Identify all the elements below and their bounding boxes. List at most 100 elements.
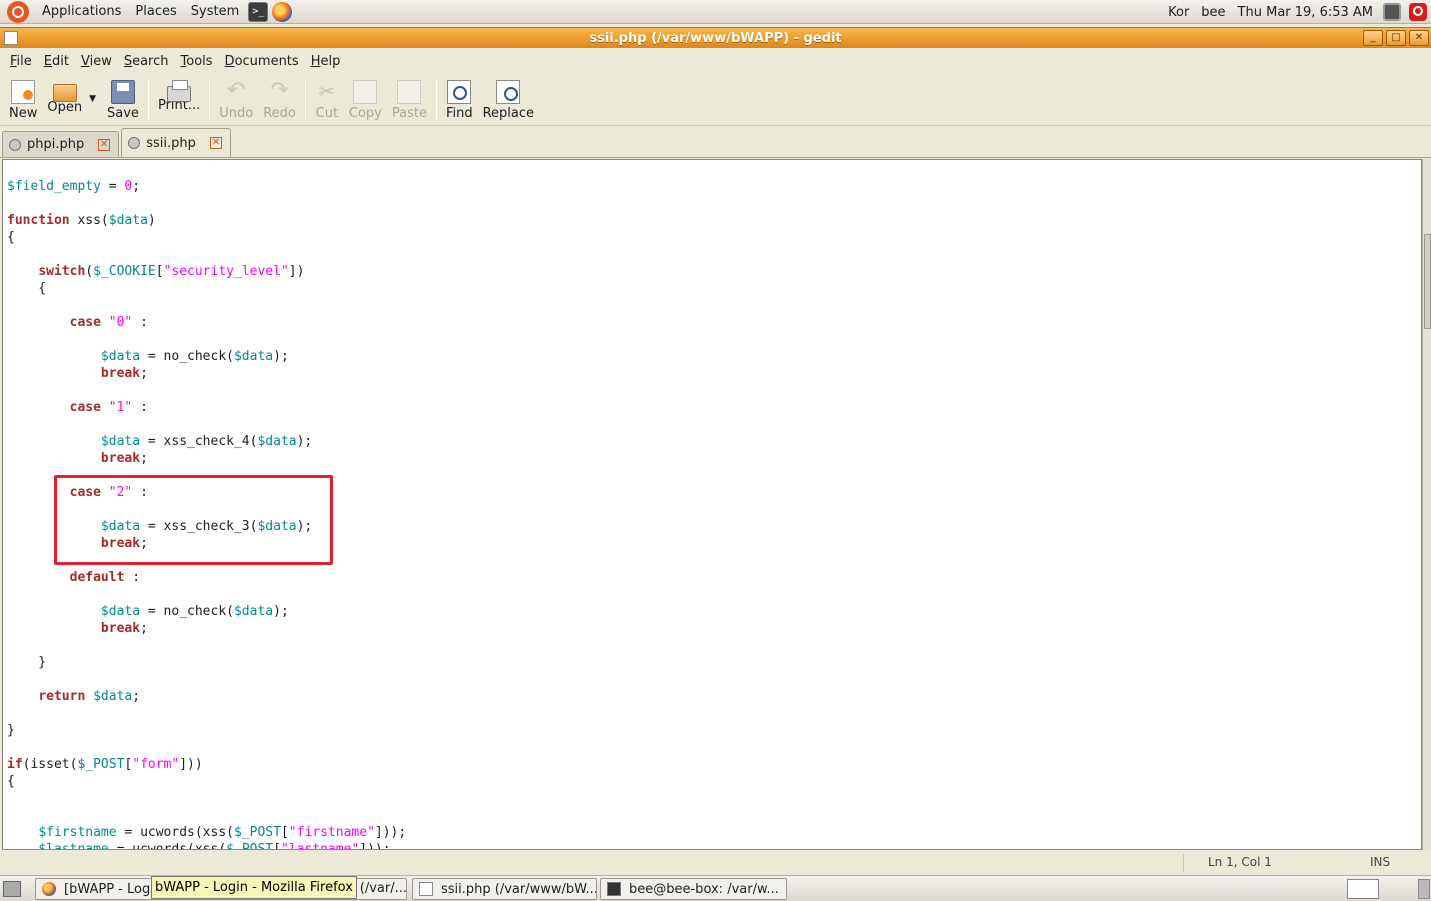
tab-close-icon[interactable]: ✕ [98, 138, 111, 151]
code-line[interactable]: } [7, 654, 46, 671]
user-name[interactable]: bee [1195, 5, 1231, 20]
code-line[interactable]: $data = no_check($data); [7, 603, 289, 620]
redo-button[interactable]: ↷ Redo [258, 74, 301, 124]
code-line[interactable]: { [7, 773, 15, 790]
tab-close-icon[interactable]: ✕ [209, 137, 222, 149]
applications-menu[interactable]: Applications [35, 4, 128, 19]
code-line[interactable]: return $data; [7, 688, 140, 705]
vertical-scrollbar[interactable] [1422, 159, 1431, 850]
window-menu-icon[interactable] [4, 31, 18, 45]
folder-open-icon [52, 84, 77, 102]
places-menu[interactable]: Places [128, 4, 183, 19]
taskbar-item-ssii[interactable]: ssii.php (/var/www/bW... [412, 878, 597, 900]
code-line[interactable]: { [7, 229, 15, 246]
new-button[interactable]: New [4, 74, 42, 124]
window-titlebar[interactable]: ssii.php (/var/www/bWAPP) - gedit _ □ ✕ [0, 27, 1431, 48]
redo-icon: ↷ [270, 78, 289, 103]
window-title: ssii.php (/var/www/bWAPP) - gedit [589, 30, 842, 46]
code-line[interactable]: $data = xss_check_4($data); [7, 433, 312, 450]
code-token-plain: ; [140, 621, 148, 636]
code-line[interactable]: case "1" : [7, 399, 148, 416]
tab-phpi-php[interactable]: phpi.php ✕ [2, 131, 120, 157]
code-line[interactable]: $data = no_check($data); [7, 348, 289, 365]
printer-icon [167, 80, 192, 102]
new-document-icon [11, 80, 36, 104]
code-token-kw: if [7, 757, 23, 772]
save-button[interactable]: Save [102, 74, 144, 124]
keyboard-layout-indicator[interactable]: Kor [1162, 5, 1195, 20]
cut-button[interactable]: ✂ Cut [310, 74, 344, 124]
undo-button[interactable]: ↶ Undo [214, 74, 258, 124]
open-recent-dropdown[interactable]: ▼ [89, 94, 96, 104]
code-token-plain: { [7, 774, 15, 789]
code-line[interactable]: break; [7, 450, 148, 467]
code-line[interactable]: $firstname = ucwords(xss($_POST["firstna… [7, 824, 406, 841]
firefox-launcher-icon[interactable] [272, 1, 293, 22]
code-line[interactable]: switch($_COOKIE["security_level"]) [7, 263, 304, 280]
php-file-icon [128, 137, 141, 149]
power-icon[interactable] [1409, 3, 1427, 21]
menu-edit[interactable]: Edit [38, 54, 75, 69]
save-icon [110, 80, 135, 104]
code-line[interactable]: default : [7, 569, 140, 586]
code-token-var: $data [233, 604, 274, 619]
code-line[interactable]: $lastname = ucwords(xss($_POST["lastname… [7, 841, 390, 850]
copy-button[interactable]: Copy [344, 74, 387, 124]
menu-view[interactable]: View [75, 54, 118, 69]
code-line[interactable]: break; [7, 620, 148, 637]
toolbar-separator [304, 80, 306, 120]
document-tabs: phpi.php ✕ ssii.php ✕ [0, 128, 1431, 158]
replace-icon [496, 80, 521, 104]
terminal-launcher-icon[interactable]: >_ [248, 1, 269, 22]
code-token-plain: = no_check( [140, 604, 234, 619]
tab-ssii-php[interactable]: ssii.php ✕ [121, 128, 231, 157]
toolbar-separator [209, 80, 211, 120]
code-token-var: $data [100, 349, 141, 364]
code-token-plain: ]) [288, 264, 305, 279]
menu-help[interactable]: Help [305, 54, 347, 69]
code-line[interactable]: function xss($data) [7, 212, 156, 229]
code-token-plain: ) [147, 213, 156, 228]
print-button[interactable]: Print... [153, 74, 205, 124]
firefox-icon [42, 882, 56, 896]
menu-documents[interactable]: Documents [219, 54, 305, 69]
trash-icon[interactable] [1418, 879, 1430, 899]
menu-tools[interactable]: Tools [175, 54, 219, 69]
maximize-button[interactable]: □ [1386, 30, 1406, 46]
system-menu[interactable]: System [184, 4, 246, 19]
paste-button[interactable]: Paste [387, 74, 432, 124]
code-line[interactable]: break; [7, 365, 148, 382]
ubuntu-logo-icon[interactable] [7, 0, 29, 23]
code-line[interactable]: } [7, 722, 15, 739]
code-token-plain: ])); [374, 825, 407, 840]
notes-applet-icon[interactable] [1347, 879, 1379, 899]
show-desktop-icon[interactable] [3, 881, 21, 897]
code-token-plain: ); [296, 434, 313, 449]
network-icon[interactable] [1383, 3, 1401, 21]
code-line[interactable]: if(isset($_POST["form"])) [7, 756, 203, 773]
code-line[interactable]: $field_empty = 0; [7, 178, 140, 195]
code-token-var: $_POST [226, 842, 274, 850]
taskbar-item-terminal[interactable]: bee@bee-box: /var/w... [600, 878, 787, 900]
code-token-str: "lastname" [280, 842, 360, 850]
open-button[interactable]: Open [42, 74, 87, 124]
scrollbar-thumb[interactable] [1424, 234, 1431, 329]
code-line[interactable]: { [7, 280, 46, 297]
code-line[interactable]: case "0" : [7, 314, 148, 331]
code-token-plain: xss( [69, 213, 109, 228]
find-button[interactable]: Find [441, 74, 478, 124]
code-token-plain: = no_check( [140, 349, 234, 364]
code-token-plain: : [132, 315, 148, 330]
replace-button[interactable]: Replace [478, 74, 539, 124]
minimize-button[interactable]: _ [1363, 30, 1383, 46]
menu-search[interactable]: Search [118, 54, 175, 69]
clock[interactable]: Thu Mar 19, 6:53 AM [1232, 5, 1379, 20]
code-editor[interactable]: $field_empty = 0; function xss($data){ sw… [2, 159, 1422, 850]
close-button[interactable]: ✕ [1409, 30, 1429, 46]
menu-file[interactable]: File [4, 54, 38, 69]
